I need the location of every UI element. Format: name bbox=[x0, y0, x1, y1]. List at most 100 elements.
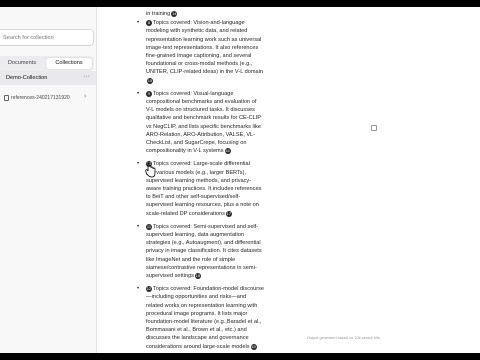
line-text: Topics covered: Visual-language bbox=[153, 90, 234, 97]
citation-badge[interactable]: 14 bbox=[171, 11, 178, 17]
response-line: foundational or cross-modal methods (e.g… bbox=[142, 60, 252, 68]
response-line: y in various models (e.g., larger BERTs)… bbox=[142, 169, 246, 177]
document-name: references-240217131920 bbox=[11, 95, 70, 101]
response-line: siamese/contrastive representations in s… bbox=[142, 264, 257, 272]
line-text: —including opportunities and risks—and bbox=[146, 294, 247, 301]
citation-badge[interactable]: 19 bbox=[250, 343, 257, 350]
citation-badge[interactable]: 15 bbox=[147, 77, 153, 84]
sidebar: Search for collection Documents Collecti… bbox=[0, 7, 97, 353]
response-line: representation learning work such as uni… bbox=[142, 36, 261, 44]
response-line: supervised learning resources, plus a no… bbox=[142, 201, 259, 209]
line-text: ARO-Relation, ARO-Attribution, VALSE, VL… bbox=[146, 131, 256, 138]
citation-badge[interactable]: 17 bbox=[225, 210, 232, 217]
response-line: • 8 Topics covered: Vision-and-language bbox=[137, 19, 245, 27]
line-text: privacy in image classification. It cite… bbox=[146, 248, 262, 255]
sidebar-tabs: Documents Collections bbox=[0, 56, 94, 71]
line-text: scale-related DP considerations bbox=[146, 210, 225, 217]
response-line: • 9 Topics covered: Visual-language bbox=[137, 90, 234, 98]
response-line: modeling with synthetic data, and relate… bbox=[142, 27, 247, 35]
line-text: supervised settings bbox=[146, 273, 194, 279]
line-text: considerations around large-scale models bbox=[146, 343, 250, 350]
response-line: • 11 Topics covered: Semi-supervised and s… bbox=[137, 223, 258, 231]
line-text: Topics covered: Foundation-model discour… bbox=[153, 286, 265, 293]
response-line: supervised learning methods, and privacy… bbox=[142, 177, 251, 185]
response-line: ARO-Relation, ARO-Attribution, VALSE, VL… bbox=[142, 131, 255, 139]
response-line: discusses the landscape and governance bbox=[142, 334, 249, 342]
response-line: CheckList, and SugarCrepe, focusing on bbox=[142, 139, 246, 147]
collection-item[interactable]: Demo-Collection ··· bbox=[0, 71, 96, 85]
line-text: V-L models on structured tasks. It discu… bbox=[146, 107, 255, 114]
citation-badge[interactable]: 18 bbox=[194, 273, 201, 279]
bullet-icon: • bbox=[137, 223, 140, 230]
response-line: related works on representation learning… bbox=[142, 302, 257, 310]
response-line: to BeiT and other self-supervised/self- bbox=[142, 193, 240, 201]
app-window: Search for collection Documents Collecti… bbox=[0, 7, 480, 353]
line-text: related works on representation learning… bbox=[146, 302, 258, 309]
copy-icon[interactable] bbox=[371, 125, 377, 131]
citation-badge[interactable]: 16 bbox=[224, 148, 231, 155]
chat-panel: in training 14 • 8 Topics covered: Vision-an… bbox=[97, 7, 480, 353]
response-line: supervised settings 18 bbox=[142, 272, 201, 280]
line-text: Bommasani et al., Brown et al., etc.) an… bbox=[146, 327, 247, 334]
item-number-badge: 11 bbox=[146, 223, 152, 230]
line-text: supervised learning, data augmentation bbox=[146, 232, 244, 238]
chevron-right-icon[interactable]: › bbox=[84, 93, 86, 100]
response-line: scale-related DP considerations 17 bbox=[142, 210, 232, 218]
line-text: like ImageNet and the role of simple bbox=[146, 256, 236, 263]
hand-cursor-icon bbox=[145, 163, 156, 178]
line-text: foundation-model literature (e.g.,Barade… bbox=[146, 319, 262, 325]
bullet-icon: • bbox=[137, 161, 140, 168]
collection-name: Demo-Collection bbox=[6, 75, 48, 81]
response-line: —including opportunities and risks—and bbox=[142, 293, 246, 301]
line-text: supervised learning resources, plus a no… bbox=[146, 202, 259, 209]
bullet-icon: • bbox=[137, 90, 140, 97]
line-text: y in various models (e.g., larger BERTs)… bbox=[146, 169, 246, 176]
response-line: V-L models on structured tasks. It discu… bbox=[142, 106, 255, 114]
line-text: modeling with synthetic data, and relate… bbox=[146, 28, 248, 35]
line-text: Topics covered: Large-scale differential bbox=[153, 161, 250, 168]
line-text: foundational or cross-modal methods (e.g… bbox=[146, 61, 253, 68]
line-text: compositional benchmarks and evaluation … bbox=[146, 99, 257, 105]
item-number-badge: 12 bbox=[146, 286, 152, 293]
response-line: UNITER, CLIP-related ideas) in the V-L d… bbox=[142, 68, 263, 76]
document-icon bbox=[4, 95, 9, 101]
line-text: image-text representations. It also refe… bbox=[146, 44, 259, 51]
item-number-badge: 9 bbox=[146, 90, 152, 97]
response-line: in training 14 bbox=[142, 10, 178, 18]
response-line: 15 bbox=[142, 77, 153, 85]
line-text: aware training practices. It includes re… bbox=[146, 186, 262, 192]
response-line: supervised learning, data augmentation bbox=[142, 231, 244, 239]
line-text: UNITER, CLIP-related ideas) in the V-L d… bbox=[146, 69, 264, 76]
bullet-icon: • bbox=[137, 20, 140, 27]
response-line: like ImageNet and the role of simple bbox=[142, 256, 235, 264]
response-line: fine-grained image captioning, and sever… bbox=[142, 52, 251, 60]
response-line: vs NegCLIP, and lists specific benchmark… bbox=[142, 123, 261, 131]
video-frame: Search for collection Documents Collecti… bbox=[0, 0, 480, 360]
search-hits-note: Output generated based on 108 search hit… bbox=[307, 336, 381, 340]
document-item[interactable]: references-240217131920 › bbox=[0, 93, 96, 105]
response-line: considerations around large-scale models… bbox=[142, 343, 257, 351]
tab-collections[interactable]: Collections bbox=[46, 58, 92, 69]
line-text: qualitative and benchmark results for CE… bbox=[146, 115, 262, 122]
line-text: siamese/contrastive representations in s… bbox=[146, 264, 257, 271]
line-text: representation learning work such as uni… bbox=[146, 36, 262, 43]
line-text: discusses the landscape and governance bbox=[146, 335, 249, 342]
response-line: privacy in image classification. It cite… bbox=[142, 247, 262, 255]
response-line: procedural image programs. It lists majo… bbox=[142, 310, 247, 318]
more-options-icon[interactable]: ··· bbox=[83, 73, 90, 80]
item-number-badge: 8 bbox=[146, 20, 152, 27]
response-line: compositionality in V-L systems 16 bbox=[142, 147, 231, 155]
response-line: Bommasani et al., Brown et al., etc.) an… bbox=[142, 326, 247, 334]
response-line: •10Topics covered: Large-scale different… bbox=[137, 160, 250, 168]
line-text: procedural image programs. It lists majo… bbox=[146, 310, 248, 317]
line-text: vs NegCLIP, and lists specific benchmark… bbox=[146, 123, 261, 130]
response-line: foundation-model literature (e.g.,Barade… bbox=[142, 318, 261, 326]
line-text: in training bbox=[146, 11, 171, 17]
line-text: CheckList, and SugarCrepe, focusing on bbox=[146, 140, 247, 146]
response-line: aware training practices. It includes re… bbox=[142, 185, 261, 193]
response-line: strategies (e.g., Autoaugment), and diff… bbox=[142, 239, 261, 247]
tab-documents[interactable]: Documents bbox=[0, 58, 44, 69]
collection-search-input[interactable]: Search for collection bbox=[0, 29, 94, 46]
line-text: compositionality in V-L systems bbox=[146, 148, 224, 155]
response-line: qualitative and benchmark results for CE… bbox=[142, 114, 261, 122]
